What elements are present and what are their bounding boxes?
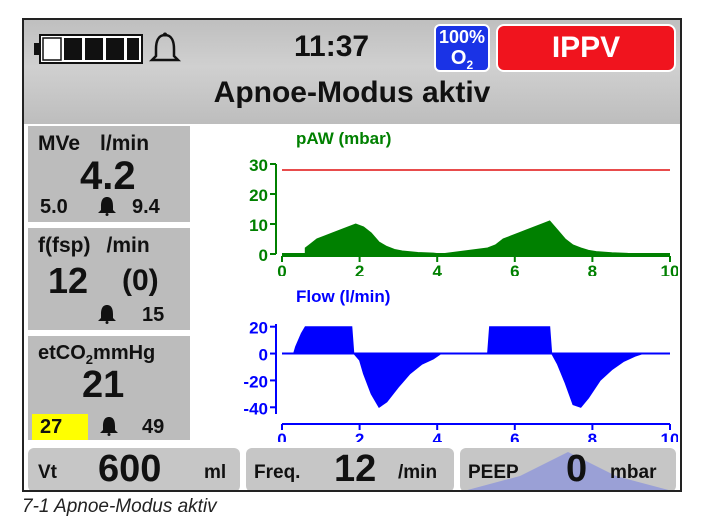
y-tick-label: 0 [259, 346, 268, 365]
series-area [304, 220, 632, 255]
peep-value: 0 [566, 448, 588, 490]
series-area [292, 326, 643, 409]
chart-title: Flow (l/min) [296, 287, 390, 306]
tidal-volume-button[interactable]: Vt 600 ml [28, 448, 240, 490]
x-tick-label: 6 [510, 430, 519, 442]
freq-label: f(fsp)/min [38, 234, 150, 257]
y-tick-label: 20 [249, 319, 268, 338]
etco2-panel[interactable]: etCO2mmHg 21 27 49 [28, 336, 190, 440]
vt-value: 600 [98, 448, 162, 490]
x-tick-label: 8 [588, 262, 597, 276]
top-bar: 11:37 100% O2 IPPV Apnoe-Modus aktiv [24, 20, 680, 124]
x-tick-label: 6 [510, 262, 519, 276]
battery-icon [34, 34, 143, 64]
mve-value: 4.2 [80, 154, 136, 198]
vt-label: Vt [38, 462, 57, 483]
x-tick-label: 4 [432, 262, 442, 276]
x-tick-label: 0 [277, 262, 286, 276]
bell-icon [98, 305, 116, 324]
y-tick-label: 10 [249, 216, 268, 235]
flow-chart: Flow (l/min) 20 0 -20 -40 0 2 4 6 8 10 [243, 287, 678, 442]
peep-unit: mbar [610, 462, 657, 483]
oxygen-percent: 100% [438, 27, 486, 47]
freq-setting-unit: /min [398, 462, 438, 483]
freq-high-limit: 15 [142, 304, 165, 326]
x-tick-label: 10 [661, 262, 678, 276]
freq-setting-label: Freq. [254, 462, 301, 483]
etco2-value: 21 [82, 364, 125, 406]
y-tick-label: 20 [249, 186, 268, 205]
x-tick-label: 4 [432, 430, 442, 442]
x-tick-label: 10 [661, 430, 678, 442]
x-tick-label: 8 [588, 430, 597, 442]
vt-unit: ml [204, 462, 227, 483]
ventilator-screen: 11:37 100% O2 IPPV Apnoe-Modus aktiv MVe… [22, 18, 682, 492]
frequency-setting-button[interactable]: Freq. 12 /min [246, 448, 454, 490]
ventilation-mode-button[interactable]: IPPV [496, 24, 676, 72]
x-tick-label: 2 [355, 262, 364, 276]
peep-button[interactable]: PEEP 0 mbar [460, 448, 676, 490]
alarm-bell-icon[interactable] [148, 32, 182, 66]
status-message: Apnoe-Modus aktiv [213, 76, 491, 109]
x-tick-label: 2 [355, 430, 364, 442]
oxygen-label: O2 [450, 47, 474, 72]
oxygen-indicator[interactable]: 100% O2 [434, 24, 490, 72]
chart-title: pAW (mbar) [296, 129, 391, 148]
peep-label: PEEP [468, 462, 519, 483]
y-tick-label: 0 [259, 246, 268, 265]
pressure-chart: pAW (mbar) 0 10 20 30 0 2 4 6 8 10 [249, 129, 678, 276]
mve-high-limit: 9.4 [132, 196, 160, 218]
bell-icon [98, 197, 116, 216]
y-tick-label: 30 [249, 156, 268, 175]
spont-freq-value: (0) [122, 264, 159, 297]
mve-low-limit: 5.0 [40, 196, 68, 218]
figure-caption: 7-1 Apnoe-Modus aktiv [22, 496, 217, 517]
bell-icon [100, 417, 118, 436]
etco2-low-limit: 27 [40, 416, 63, 438]
frequency-panel[interactable]: f(fsp)/min 12 (0) 15 [28, 228, 190, 330]
clock-time: 11:37 [294, 30, 370, 63]
mve-panel[interactable]: MVe l/min 4.2 5.0 9.4 [28, 126, 190, 222]
freq-setting-value: 12 [334, 448, 377, 490]
x-tick-label: 0 [277, 430, 286, 442]
y-tick-label: -40 [243, 399, 268, 418]
freq-value: 12 [48, 260, 89, 301]
mve-label: MVe l/min [38, 132, 150, 155]
etco2-high-limit: 49 [142, 416, 165, 438]
y-tick-label: -20 [243, 372, 268, 391]
